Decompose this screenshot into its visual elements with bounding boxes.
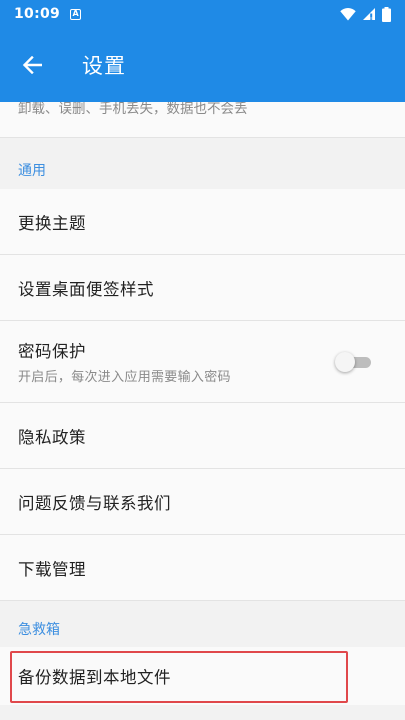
section-header-rescue-label: 急救箱 bbox=[18, 622, 60, 638]
settings-item-widget-style-label: 设置桌面便签样式 bbox=[18, 279, 154, 299]
settings-item-password[interactable]: 密码保护 开启后，每次进入应用需要输入密码 bbox=[0, 321, 405, 403]
highlight-box bbox=[10, 651, 348, 703]
battery-icon bbox=[382, 6, 391, 22]
settings-item-privacy[interactable]: 隐私政策 bbox=[0, 403, 405, 469]
cloud-sync-description-text: 卸载、误删、手机丢失，数据也不会丢 bbox=[18, 102, 248, 117]
password-toggle[interactable] bbox=[335, 350, 375, 374]
settings-item-widget-style[interactable]: 设置桌面便签样式 bbox=[0, 255, 405, 321]
section-header-rescue: 急救箱 bbox=[0, 601, 405, 647]
settings-item-downloads[interactable]: 下载管理 bbox=[0, 535, 405, 601]
status-icons bbox=[340, 6, 391, 22]
settings-item-theme-label: 更换主题 bbox=[18, 213, 86, 233]
status-bar: 10:09 A bbox=[0, 0, 405, 28]
settings-item-theme[interactable]: 更换主题 bbox=[0, 189, 405, 255]
settings-item-feedback[interactable]: 问题反馈与联系我们 bbox=[0, 469, 405, 535]
settings-item-feedback-label: 问题反馈与联系我们 bbox=[18, 493, 171, 513]
settings-list[interactable]: 卸载、误删、手机丢失，数据也不会丢 通用 更换主题 设置桌面便签样式 密码保护 … bbox=[0, 102, 405, 720]
arrow-left-icon bbox=[22, 56, 42, 74]
settings-item-downloads-label: 下载管理 bbox=[18, 559, 86, 579]
notification-icon: A bbox=[70, 8, 82, 20]
page-title: 设置 bbox=[82, 54, 126, 78]
wifi-icon bbox=[340, 7, 356, 20]
password-toggle-thumb bbox=[335, 351, 355, 372]
settings-item-password-label: 密码保护 bbox=[18, 342, 86, 361]
app-bar: 设置 bbox=[0, 28, 405, 102]
settings-screen: 10:09 A 设置 卸载、误删、手机丢失，数据也不会丢 通用 更换主题 设置桌… bbox=[0, 0, 405, 720]
settings-item-backup[interactable]: 备份数据到本地文件 bbox=[0, 647, 405, 705]
cloud-sync-description: 卸载、误删、手机丢失，数据也不会丢 bbox=[0, 102, 405, 138]
section-header-general-label: 通用 bbox=[18, 163, 46, 179]
settings-item-privacy-label: 隐私政策 bbox=[18, 427, 86, 447]
settings-item-password-subtitle: 开启后，每次进入应用需要输入密码 bbox=[18, 370, 231, 385]
status-time: 10:09 bbox=[14, 6, 61, 22]
section-header-general: 通用 bbox=[0, 138, 405, 189]
signal-icon bbox=[363, 8, 375, 20]
back-button[interactable] bbox=[0, 28, 64, 102]
